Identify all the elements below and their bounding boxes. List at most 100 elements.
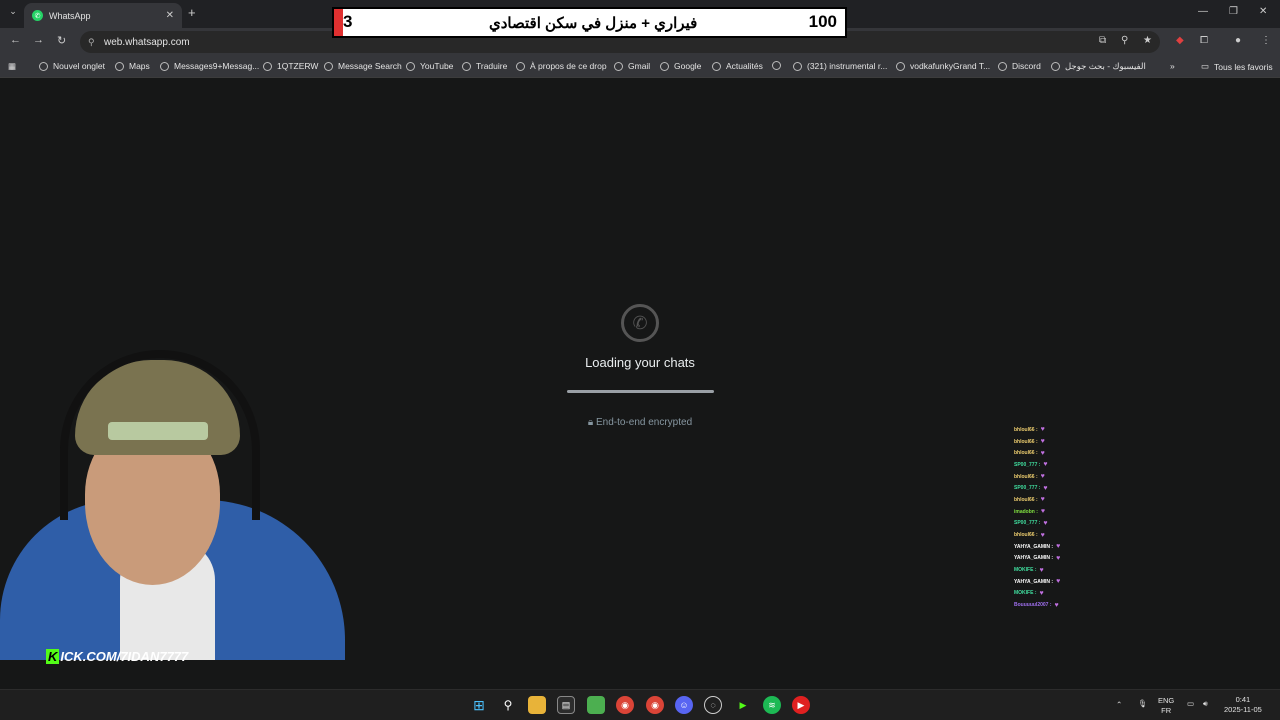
globe-icon [516,61,525,71]
globe-icon [324,61,333,71]
chat-message: YAHYA_GAMIN : ♥ [1014,576,1094,588]
chat-emote-icon: ♥ [1040,508,1046,516]
bookmark-star-icon[interactable]: ★ [1143,35,1152,46]
app-circle-icon[interactable]: ◌ [704,696,722,714]
volume-icon[interactable]: 🔊︎ [1203,699,1208,709]
apps-grid-icon[interactable]: ▦ [8,61,16,72]
goal-text: فيراري + منزل في سكن اقتصادي [489,15,698,32]
bookmark-item[interactable]: Nouvel onglet [39,61,105,71]
globe-icon [39,61,48,71]
chat-message: imadobn : ♥ [1014,506,1094,518]
tray-chevron-icon[interactable]: ⌃ [1116,700,1122,709]
minimize-icon[interactable]: — [1198,6,1208,17]
folder-icon: ▭ [1201,61,1210,71]
globe-icon [772,61,781,70]
globe-icon [406,61,415,71]
new-tab-icon[interactable]: + [188,5,196,20]
bookmark-item[interactable]: (321) instrumental r... [793,61,887,71]
menu-icon[interactable]: ⋮ [1261,35,1271,46]
goal-target-count: 100 [808,12,837,31]
chat-emote-icon: ♥ [1056,554,1061,562]
spotify-icon[interactable]: ≋ [763,696,781,714]
lock-icon: 🔒︎ [587,417,594,428]
loading-text: Loading your chats [585,355,695,370]
app-icon[interactable] [587,696,605,714]
chat-message: bhloul66 : ♥ [1014,424,1094,436]
close-tab-icon[interactable]: ✕ [166,10,174,21]
globe-icon [614,61,623,71]
microphone-icon[interactable]: 🎙︎ [1138,699,1148,708]
globe-icon [462,61,471,71]
start-icon[interactable]: ⊞ [470,696,488,714]
bookmark-item[interactable] [772,61,786,70]
chat-emote-icon: ♥ [1043,519,1048,527]
loading-panel: ✆ Loading your chats 🔒︎ End-to-end encry… [540,304,740,428]
chat-username: bhloul66 : [1014,496,1038,503]
extension-icon[interactable]: ◆ [1176,35,1184,46]
zoom-icon[interactable]: ⚲ [1121,35,1128,46]
back-icon[interactable]: ← [10,34,21,46]
media-player-icon[interactable]: ▶ [792,696,810,714]
bookmark-item[interactable]: vodkafunkyGrand T... [896,61,990,71]
chat-emote-icon: ♥ [1040,438,1045,446]
chat-message: Bouuuuul2007 : ♥ [1014,599,1094,611]
chat-message: bhloul66 : ♥ [1014,529,1094,541]
bookmark-item[interactable]: Gmail [614,61,650,71]
bookmark-item[interactable]: الفيسبوك - بحث جوجل [1051,61,1146,72]
chat-message: YAHYA_GAMIN : ♥ [1014,553,1094,565]
close-window-icon[interactable]: ✕ [1259,6,1267,17]
discord-icon[interactable]: ☺ [675,696,693,714]
loading-progress-bar [566,390,714,393]
chat-emote-icon: ♥ [1040,473,1045,481]
language-indicator[interactable]: ENG FR [1158,696,1174,716]
site-info-icon[interactable]: ⚲ [88,37,95,48]
restore-icon[interactable]: ❐ [1229,6,1238,17]
bookmark-item[interactable]: Maps [115,61,150,71]
bookmarks-bar: ▦ Nouvel onglet Maps Messages9+Messag...… [0,56,1280,78]
bookmark-item[interactable]: Google [660,61,701,71]
network-icon[interactable]: ▭ [1187,699,1194,708]
chat-message: SP00_777 : ♥ [1014,459,1094,471]
chat-username: bhloul66 : [1014,473,1038,480]
bookmark-item[interactable]: 1QTZERW [263,61,318,71]
forward-icon[interactable]: → [33,34,44,46]
all-bookmarks-folder[interactable]: ▭ Tous les favoris [1201,61,1273,72]
file-explorer-icon[interactable] [528,696,546,714]
store-icon[interactable]: ▤ [557,696,575,714]
clock[interactable]: 0:41 2025-11-05 [1224,695,1262,715]
more-bookmarks-icon[interactable]: » [1170,61,1175,71]
globe-icon [793,61,802,71]
bookmark-item[interactable]: Message Search [324,61,402,71]
bookmark-item[interactable]: Messages9+Messag... [160,61,259,71]
chat-username: SP00_777 : [1014,461,1041,468]
tab-title: WhatsApp [49,10,91,21]
bookmark-item[interactable]: Discord [998,61,1041,71]
search-icon[interactable]: ⚲ [499,696,517,714]
bookmark-item[interactable]: Traduire [462,61,507,71]
globe-icon [896,61,905,71]
kick-app-icon[interactable]: ▶ [734,696,752,714]
chat-emote-icon: ♥ [1039,566,1044,574]
chat-username: Bouuuuul2007 : [1014,602,1052,609]
stream-chat: bhloul66 : ♥ bhloul66 : ♥ bhloul66 : ♥ SP00_77… [1014,424,1094,611]
chat-emote-icon: ♥ [1040,449,1045,457]
tab-whatsapp[interactable]: ✆ WhatsApp ✕ [24,3,182,28]
bookmark-item[interactable]: YouTube [406,61,453,71]
chat-emote-icon: ♥ [1056,578,1061,586]
chrome-active-icon[interactable]: ◉ [646,696,664,714]
chat-username: bhloul66 : [1014,426,1038,433]
reload-icon[interactable]: ↻ [57,34,66,47]
chat-username: SP00_777 : [1014,520,1041,527]
chat-emote-icon: ♥ [1043,461,1048,469]
bookmark-item[interactable]: À propos de ce drop [516,61,607,71]
extensions-puzzle-icon[interactable]: ⧠ [1200,35,1208,46]
chat-username: bhloul66 : [1014,438,1038,445]
banner-accent [334,9,343,36]
install-app-icon[interactable]: ⧉ [1099,35,1106,46]
bookmark-item[interactable]: Actualités [712,61,763,71]
kick-logo-icon: K [46,649,60,664]
chrome-icon[interactable]: ◉ [616,696,634,714]
profile-avatar-icon[interactable]: ● [1235,35,1241,46]
tab-search-icon[interactable]: ⌄ [6,6,20,20]
globe-icon [998,61,1007,71]
